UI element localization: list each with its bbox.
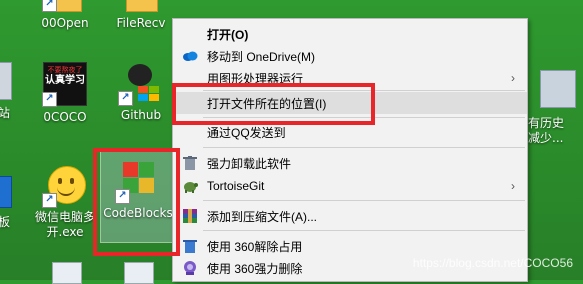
menu-item-label: TortoiseGit	[207, 179, 265, 193]
desktop-icon-label: 微信电脑多	[34, 210, 95, 224]
context-menu: 打开(O) 移动到 OneDrive(M) 用图形处理器运行 › 打开文件所在的…	[172, 18, 528, 282]
desktop-icon-00open[interactable]: ↗ 00Open	[28, 0, 102, 31]
github-octocat-icon: ↗	[118, 62, 162, 106]
menu-item-run-with-gpu[interactable]: 用图形处理器运行 ›	[173, 67, 527, 89]
menu-item-move-to-onedrive[interactable]: 移动到 OneDrive(M)	[173, 45, 527, 67]
menu-item-open[interactable]: 打开(O)	[173, 23, 527, 45]
shortcut-arrow-icon: ↗	[42, 0, 57, 12]
menu-item-force-uninstall[interactable]: 强力卸载此软件	[173, 152, 527, 174]
shortcut-arrow-icon: ↗	[118, 91, 133, 106]
winrar-icon	[182, 208, 198, 224]
360-unlock-icon	[182, 238, 198, 254]
360-delete-icon	[182, 260, 198, 276]
desktop-icon-codeblocks[interactable]: ↗ CodeBlocks	[100, 149, 176, 243]
menu-item-label: 添加到压缩文件(A)...	[207, 209, 317, 224]
folder-icon	[120, 0, 162, 12]
desktop-icon-label-partial: 减少...	[528, 131, 564, 145]
menu-item-label: 用图形处理器运行	[207, 71, 304, 86]
submenu-chevron-icon: ›	[511, 179, 515, 193]
app-icon-partial[interactable]	[0, 176, 12, 208]
menu-item-label: 移动到 OneDrive(M)	[207, 49, 316, 64]
poster-text: 认真学习	[45, 75, 85, 86]
tortoisegit-icon	[182, 178, 198, 194]
menu-item-label: 打开(O)	[207, 27, 249, 42]
desktop-icon-label-partial: 板	[0, 215, 11, 229]
onedrive-icon	[182, 48, 198, 64]
menu-item-label: 打开文件所在的位置(I)	[207, 96, 327, 111]
desktop-icon-label-partial: 站	[0, 106, 11, 120]
file-icon-partial[interactable]	[124, 262, 154, 284]
smiley-face-icon: ↗	[42, 164, 86, 208]
shortcut-arrow-icon: ↗	[42, 92, 57, 107]
shortcut-arrow-icon: ↗	[115, 189, 130, 204]
submenu-chevron-icon: ›	[511, 71, 515, 85]
desktop-icon-github[interactable]: ↗ Github	[104, 62, 178, 123]
poster-text: 不要熬夜了	[47, 66, 83, 74]
menu-item-label: 使用 360解除占用	[207, 239, 303, 254]
trash-icon	[182, 155, 198, 171]
desktop-icon-label-partial: 有历史	[528, 116, 565, 130]
menu-item-open-file-location[interactable]: 打开文件所在的位置(I)	[173, 92, 527, 114]
desktop-icon-label: Github	[120, 108, 162, 122]
file-icon-partial[interactable]	[52, 262, 82, 284]
watermark: https://blog.csdn.net/COCO56	[412, 256, 573, 270]
folder-icon: ↗	[42, 0, 86, 12]
menu-item-send-via-qq[interactable]: 通过QQ发送到	[173, 121, 527, 143]
menu-item-add-to-archive[interactable]: 添加到压缩文件(A)...	[173, 205, 527, 227]
desktop-icon-label: 0COCO	[43, 110, 87, 124]
menu-separator	[203, 200, 525, 201]
menu-separator	[203, 117, 525, 118]
desktop-icon-label: 开.exe	[46, 225, 84, 239]
menu-separator	[203, 147, 525, 148]
desktop-icon-wechat-multi[interactable]: ↗ 微信电脑多 开.exe	[28, 164, 102, 240]
menu-separator	[203, 90, 525, 91]
desktop-icon-0coco[interactable]: 不要熬夜了 认真学习 ↗ 0COCO	[28, 62, 102, 125]
app-icon-partial[interactable]	[540, 70, 576, 108]
desktop-icon-label: CodeBlocks	[103, 206, 173, 220]
menu-item-360-unlock[interactable]: 使用 360解除占用	[173, 235, 527, 257]
recycle-bin-icon[interactable]	[0, 62, 12, 100]
desktop-icon-label: 00Open	[41, 16, 89, 30]
menu-item-label: 使用 360强力删除	[207, 261, 303, 276]
desktop-icon-label: FileRecv	[116, 16, 166, 30]
poster-thumbnail-icon: 不要熬夜了 认真学习 ↗	[42, 62, 87, 107]
menu-item-label: 强力卸载此软件	[207, 156, 292, 171]
codeblocks-icon: ↗	[115, 160, 159, 204]
desktop-icon-filerecv[interactable]: FileRecv	[104, 0, 178, 31]
menu-item-tortoisegit[interactable]: TortoiseGit ›	[173, 175, 527, 197]
shortcut-arrow-icon: ↗	[42, 193, 57, 208]
menu-separator	[203, 230, 525, 231]
menu-item-label: 通过QQ发送到	[207, 125, 286, 140]
